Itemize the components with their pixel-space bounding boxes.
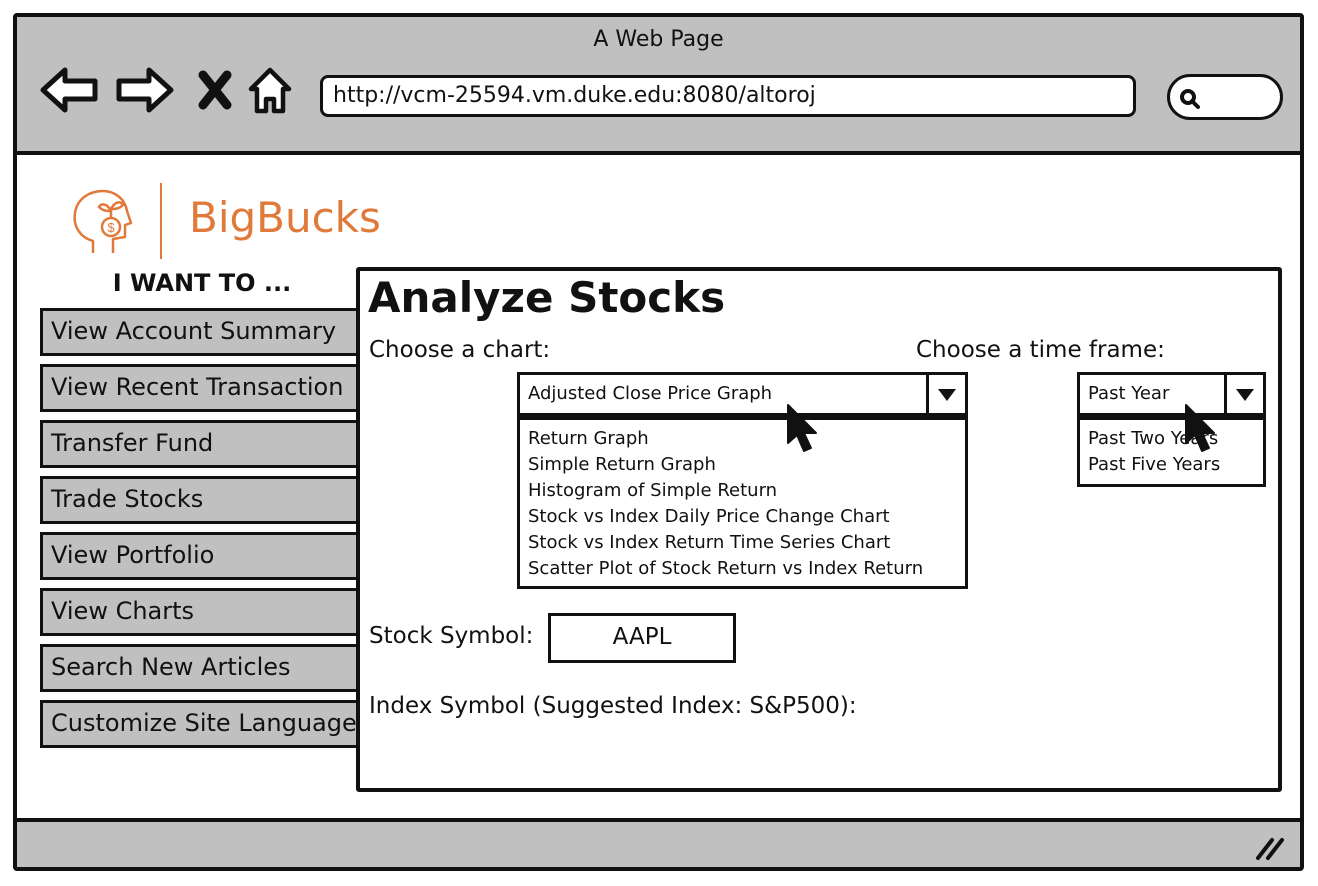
timeframe-label: Choose a time frame: (916, 337, 1165, 363)
brand-name: BigBucks (189, 193, 381, 242)
close-icon[interactable] (195, 65, 235, 115)
chart-option-scatter-plot[interactable]: Scatter Plot of Stock Return vs Index Re… (528, 556, 965, 582)
browser-statusbar (17, 818, 1300, 867)
chart-option-simple-return-graph[interactable]: Simple Return Graph (528, 452, 965, 478)
mouse-pointer-icon (1185, 404, 1215, 452)
sidebar-item-view-account-summary[interactable]: View Account Summary (40, 308, 362, 356)
sidebar-item-view-charts[interactable]: View Charts (40, 588, 362, 636)
sidebar-item-trade-stocks[interactable]: Trade Stocks (40, 476, 362, 524)
chevron-down-icon (938, 389, 956, 401)
chart-option-return-graph[interactable]: Return Graph (528, 426, 965, 452)
chart-dropdown-list: Return Graph Simple Return Graph Histogr… (517, 415, 968, 589)
timeframe-option-past-two-years[interactable]: Past Two Years (1088, 426, 1263, 452)
chart-option-daily-price-change[interactable]: Stock vs Index Daily Price Change Chart (528, 504, 965, 530)
page-title: Analyze Stocks (368, 273, 726, 322)
sidebar-heading: I WANT TO ... (112, 269, 292, 297)
browser-titlebar: A Web Page http://vcm-25594.vm.duke.edu:… (17, 17, 1300, 155)
main-panel: Analyze Stocks Choose a chart: Choose a … (356, 267, 1282, 792)
sidebar-item-search-new-articles[interactable]: Search New Articles (40, 644, 362, 692)
mouse-pointer-icon (787, 404, 817, 452)
timeframe-option-past-five-years[interactable]: Past Five Years (1088, 452, 1263, 478)
window-title: A Web Page (593, 27, 724, 52)
url-bar[interactable]: http://vcm-25594.vm.duke.edu:8080/altoro… (320, 75, 1136, 117)
chart-option-return-time-series[interactable]: Stock vs Index Return Time Series Chart (528, 530, 965, 556)
home-icon[interactable] (245, 65, 295, 115)
chevron-down-icon (1236, 389, 1254, 401)
chart-select-button[interactable] (926, 375, 965, 413)
svg-text:$: $ (107, 220, 115, 235)
search-icon (1180, 89, 1200, 109)
timeframe-select-value: Past Year (1088, 383, 1170, 404)
timeframe-dropdown-list: Past Two Years Past Five Years (1077, 415, 1266, 487)
index-symbol-label: Index Symbol (Suggested Index: S&P500): (369, 693, 857, 719)
brand-logo-icon: $ (73, 189, 133, 253)
timeframe-select[interactable]: Past Year (1077, 372, 1266, 416)
sidebar-item-view-portfolio[interactable]: View Portfolio (40, 532, 362, 580)
sidebar-item-customize-site-language[interactable]: Customize Site Language (40, 700, 362, 748)
resize-grip-icon[interactable] (1252, 834, 1286, 862)
chart-label: Choose a chart: (369, 337, 551, 363)
stock-symbol-input[interactable]: AAPL (548, 613, 736, 663)
forward-arrow-icon[interactable] (113, 65, 175, 115)
sidebar-item-view-recent-transaction[interactable]: View Recent Transaction (40, 364, 362, 412)
timeframe-select-button[interactable] (1224, 375, 1263, 413)
logo-divider (160, 183, 162, 259)
search-field[interactable] (1167, 74, 1283, 120)
stock-symbol-label: Stock Symbol: (369, 623, 534, 649)
chart-select-value: Adjusted Close Price Graph (528, 383, 773, 404)
browser-window: A Web Page http://vcm-25594.vm.duke.edu:… (13, 13, 1304, 871)
sidebar-item-transfer-fund[interactable]: Transfer Fund (40, 420, 362, 468)
chart-select[interactable]: Adjusted Close Price Graph (517, 372, 968, 416)
chart-option-histogram[interactable]: Histogram of Simple Return (528, 478, 965, 504)
back-arrow-icon[interactable] (39, 65, 101, 115)
